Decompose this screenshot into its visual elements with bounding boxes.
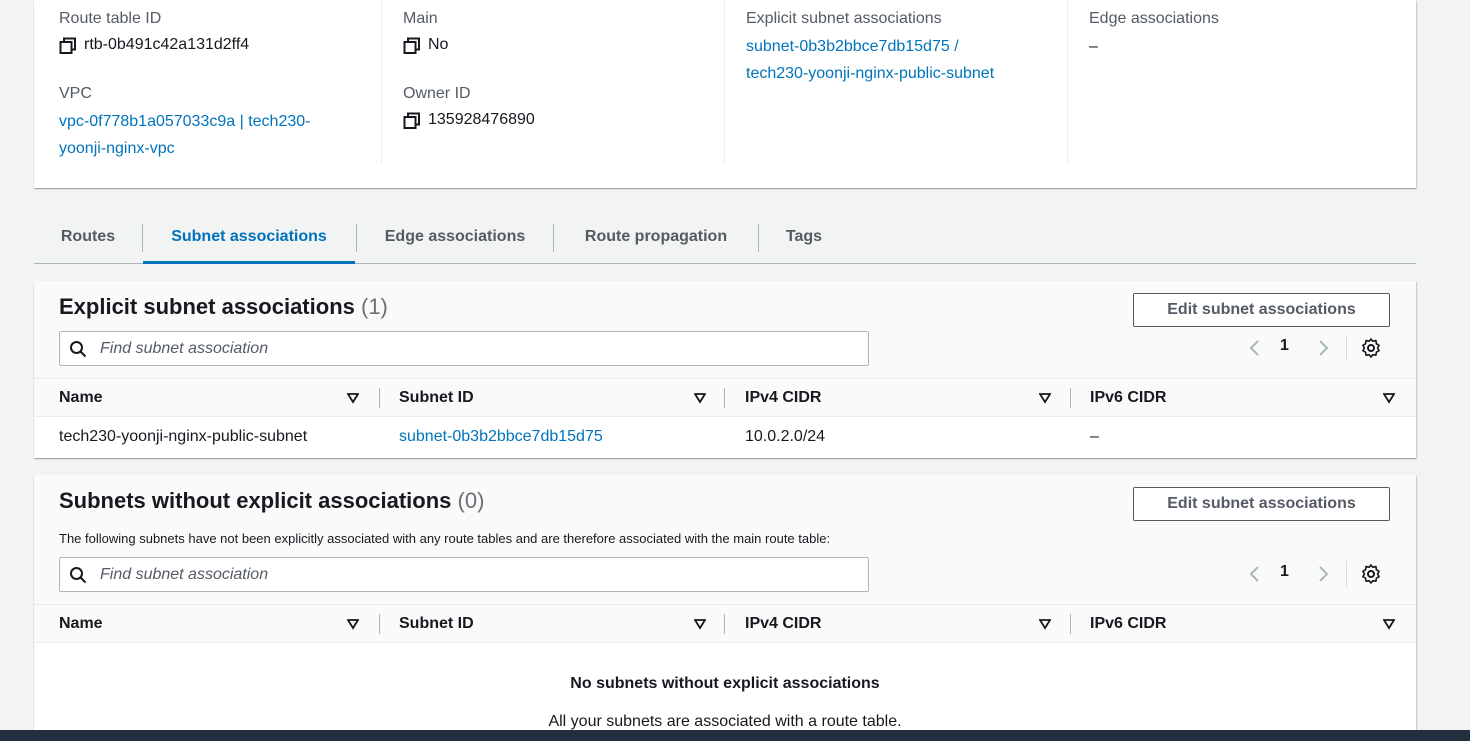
chevron-left-icon[interactable]: [1245, 337, 1265, 359]
search-input[interactable]: [100, 564, 840, 586]
sort-down-icon[interactable]: [1383, 618, 1395, 630]
sort-down-icon[interactable]: [1039, 618, 1051, 630]
vpc-label: VPC: [59, 85, 92, 102]
column-divider: [1070, 388, 1071, 408]
route-table-id-label: Route table ID: [59, 10, 162, 27]
column-divider: [724, 614, 725, 634]
cell-name: tech230-yoonji-nginx-public-subnet: [59, 428, 308, 445]
column-header-name[interactable]: Name: [59, 379, 369, 417]
copy-icon[interactable]: [59, 37, 77, 55]
copy-icon[interactable]: [403, 37, 421, 55]
pagination: 1: [1245, 333, 1390, 363]
empty-state-subtitle: All your subnets are associated with a r…: [548, 713, 902, 730]
table-row[interactable]: tech230-yoonji-nginx-public-subnet subne…: [34, 417, 1416, 457]
chevron-left-icon[interactable]: [1245, 563, 1265, 585]
implicit-associations-panel: Subnets without explicit associations (0…: [34, 475, 1416, 730]
details-column-1: Route table ID rtb-0b491c42a131d2ff4 VPC…: [34, 0, 382, 163]
main-value: No: [428, 36, 449, 53]
column-header-subnet-id[interactable]: Subnet ID: [399, 605, 719, 643]
details-column-4: Edge associations –: [1068, 0, 1416, 163]
explicit-panel-header: Explicit subnet associations (1) Edit su…: [34, 281, 1416, 379]
pager-divider: [1346, 335, 1347, 361]
cell-ipv4: 10.0.2.0/24: [745, 428, 826, 445]
page-number[interactable]: 1: [1280, 337, 1289, 355]
chevron-right-icon[interactable]: [1313, 563, 1333, 585]
edit-subnet-associations-button[interactable]: Edit subnet associations: [1133, 487, 1390, 521]
chevron-right-icon[interactable]: [1313, 337, 1333, 359]
tab-bar: Routes Subnet associations Edge associat…: [34, 214, 1416, 264]
sort-down-icon[interactable]: [1039, 392, 1051, 404]
edge-associations-value: –: [1089, 38, 1098, 55]
implicit-panel-header: Subnets without explicit associations (0…: [34, 475, 1416, 605]
page-number[interactable]: 1: [1280, 563, 1289, 581]
column-header-ipv6[interactable]: IPv6 CIDR: [1090, 605, 1400, 643]
details-column-3: Explicit subnet associations subnet-0b3b…: [725, 0, 1068, 163]
tab-tags[interactable]: Tags: [759, 214, 849, 263]
tab-edge-associations[interactable]: Edge associations: [357, 214, 553, 263]
sort-down-icon[interactable]: [347, 392, 359, 404]
implicit-count: (0): [457, 488, 485, 513]
copy-icon[interactable]: [403, 112, 421, 130]
column-header-ipv4[interactable]: IPv4 CIDR: [745, 379, 1065, 417]
column-divider: [724, 388, 725, 408]
route-table-id-value: rtb-0b491c42a131d2ff4: [84, 36, 250, 53]
column-header-ipv6[interactable]: IPv6 CIDR: [1090, 379, 1400, 417]
explicit-count: (1): [361, 294, 388, 319]
search-input[interactable]: [100, 338, 840, 360]
sort-down-icon[interactable]: [1383, 392, 1395, 404]
main-label: Main: [403, 10, 438, 27]
vpc-link[interactable]: vpc-0f778b1a057033c9a | tech230- yoonji-n…: [59, 113, 310, 157]
explicit-panel-title: Explicit subnet associations (1): [59, 294, 388, 319]
search-box: [59, 557, 869, 592]
search-box: [59, 331, 869, 366]
column-header-name[interactable]: Name: [59, 605, 369, 643]
owner-id-value: 135928476890: [428, 111, 535, 128]
empty-state-title: No subnets without explicit associations: [570, 675, 880, 692]
explicit-associations-label: Explicit subnet associations: [746, 10, 942, 27]
column-divider: [1070, 614, 1071, 634]
explicit-associations-panel: Explicit subnet associations (1) Edit su…: [34, 281, 1416, 458]
implicit-panel-title: Subnets without explicit associations (0…: [59, 488, 485, 513]
details-column-2: Main No Owner ID 135928476890: [382, 0, 725, 163]
owner-id-label: Owner ID: [403, 85, 471, 102]
sort-down-icon[interactable]: [694, 392, 706, 404]
column-divider: [379, 388, 380, 408]
column-header-subnet-id[interactable]: Subnet ID: [399, 379, 719, 417]
table-header: Name Subnet ID IPv4 CIDR IPv6 CIDR: [34, 605, 1416, 643]
search-icon: [70, 341, 87, 358]
tab-subnet-associations[interactable]: Subnet associations: [143, 214, 355, 264]
search-icon: [70, 567, 87, 584]
route-table-details-panel: Route table ID rtb-0b491c42a131d2ff4 VPC…: [34, 0, 1416, 188]
edge-associations-label: Edge associations: [1089, 10, 1219, 27]
tab-routes[interactable]: Routes: [34, 214, 142, 263]
sort-down-icon[interactable]: [347, 618, 359, 630]
column-divider: [379, 614, 380, 634]
explicit-subnet-link[interactable]: subnet-0b3b2bbce7db15d75 /tech230-yoonji…: [746, 38, 994, 82]
tab-route-propagation[interactable]: Route propagation: [554, 214, 758, 263]
footer-bar: [0, 730, 1470, 741]
cell-subnet-id-link[interactable]: subnet-0b3b2bbce7db15d75: [399, 417, 603, 457]
edit-subnet-associations-button[interactable]: Edit subnet associations: [1133, 293, 1390, 327]
gear-icon[interactable]: [1360, 563, 1382, 585]
sort-down-icon[interactable]: [694, 618, 706, 630]
table-header: Name Subnet ID IPv4 CIDR IPv6 CIDR: [34, 379, 1416, 417]
gear-icon[interactable]: [1360, 337, 1382, 359]
implicit-panel-description: The following subnets have not been expl…: [59, 531, 831, 546]
cell-ipv6: –: [1090, 428, 1099, 445]
column-header-ipv4[interactable]: IPv4 CIDR: [745, 605, 1065, 643]
pager-divider: [1346, 561, 1347, 587]
pagination: 1: [1245, 559, 1390, 589]
